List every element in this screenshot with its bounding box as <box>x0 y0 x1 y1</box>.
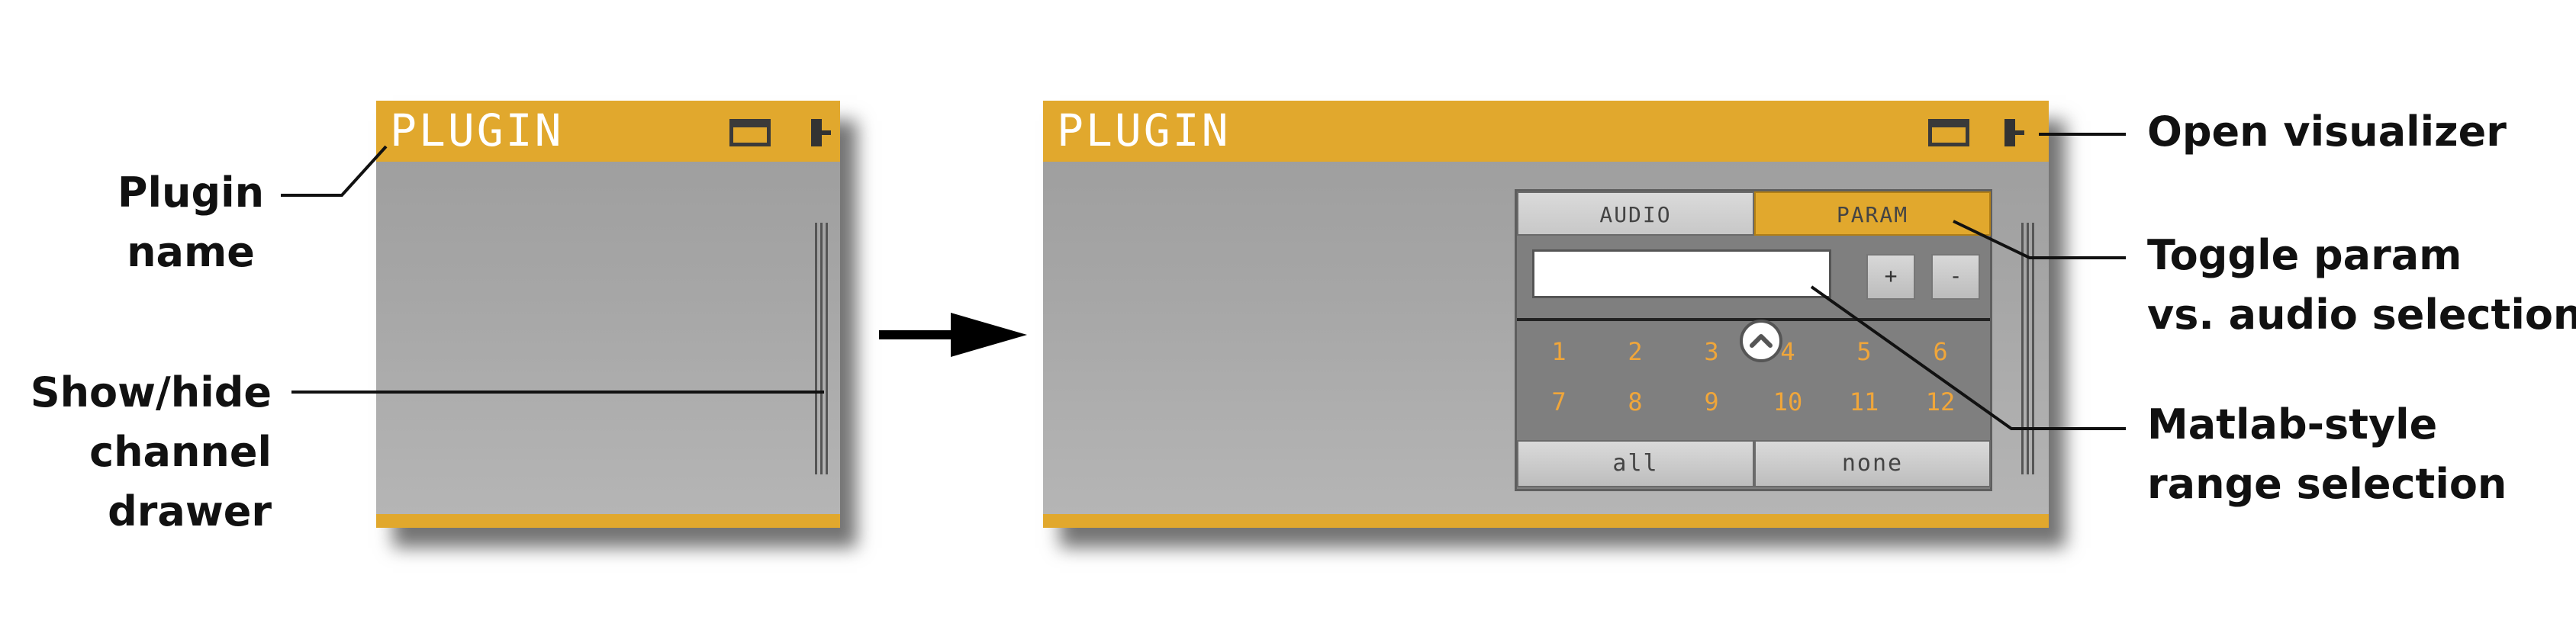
leader-plugin-name <box>281 145 388 197</box>
leader-toggle-param <box>1953 220 2126 259</box>
leader-matlab-range <box>1810 285 2126 430</box>
leader-lines <box>281 133 2126 430</box>
